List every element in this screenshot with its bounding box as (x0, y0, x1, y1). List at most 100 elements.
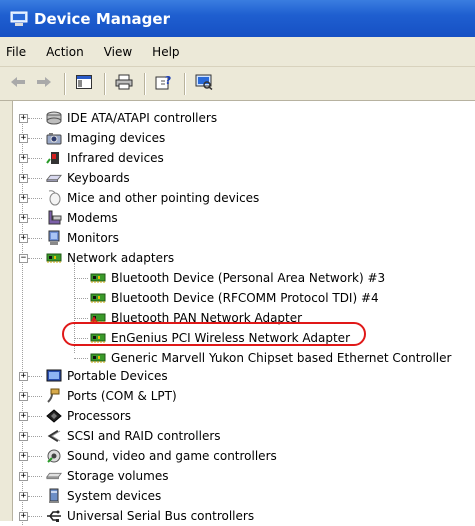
tree-node-mice[interactable]: + Mice and other pointing devices (12, 188, 259, 208)
portable-device-icon (46, 368, 62, 384)
tree-node-label: System devices (67, 489, 162, 503)
toolbar-separator (64, 72, 66, 95)
scan-hardware-button[interactable] (192, 72, 216, 96)
tree-node-portable-devices[interactable]: + Portable Devices (12, 366, 168, 386)
window-title: Device Manager (34, 9, 170, 28)
network-adapter-bluetooth-pan-3[interactable]: Bluetooth Device (Personal Area Network)… (64, 268, 385, 288)
tree-connector-line (28, 138, 42, 139)
tree-node-label: Monitors (67, 231, 119, 245)
tree-node-infrared-devices[interactable]: + Infrared devices (12, 148, 164, 168)
expand-toggle[interactable]: + (19, 194, 28, 203)
port-icon (46, 388, 62, 404)
tree-node-processors[interactable]: + Processors (12, 406, 131, 426)
system-icon (46, 488, 62, 504)
expand-toggle[interactable]: + (19, 512, 28, 521)
storage-icon (46, 468, 62, 484)
expand-toggle[interactable]: + (19, 372, 28, 381)
tree-node-label: Bluetooth Device (RFCOMM Protocol TDI) #… (111, 291, 379, 305)
sound-icon (46, 448, 62, 464)
scsi-icon (46, 428, 62, 444)
tree-node-label: Keyboards (67, 171, 130, 185)
highlight-ring (62, 322, 366, 346)
back-arrow-icon (10, 76, 26, 91)
tree-connector-line (28, 238, 42, 239)
expand-toggle[interactable]: + (19, 234, 28, 243)
properties-button[interactable]: ? (152, 72, 176, 96)
usb-icon (46, 508, 62, 524)
menu-action[interactable]: Action (46, 45, 84, 59)
tree-node-label: Storage volumes (67, 469, 169, 483)
infrared-icon (46, 150, 62, 166)
modem-icon (46, 210, 62, 226)
tree-connector-line (28, 516, 42, 517)
tree-node-ide-controllers[interactable]: + IDE ATA/ATAPI controllers (12, 108, 217, 128)
tree-connector-line (28, 178, 42, 179)
menu-bar: File Action View Help (0, 37, 475, 67)
tree-connector-line (74, 358, 88, 359)
tree-node-label: Modems (67, 211, 118, 225)
tree-node-network-adapters[interactable]: − Network adapters (12, 248, 174, 268)
expand-toggle[interactable]: + (19, 154, 28, 163)
tree-connector-line (28, 198, 42, 199)
expand-toggle[interactable]: + (19, 492, 28, 501)
tree-connector-line (28, 376, 42, 377)
tree-node-system-devices[interactable]: + System devices (12, 486, 161, 506)
expand-toggle[interactable]: + (19, 412, 28, 421)
tree-node-ports[interactable]: + Ports (COM & LPT) (12, 386, 177, 406)
tree-node-scsi-raid[interactable]: + SCSI and RAID controllers (12, 426, 221, 446)
tree-node-usb-controllers[interactable]: + Universal Serial Bus controllers (12, 506, 254, 526)
toolbar-separator (144, 72, 146, 95)
tree-node-modems[interactable]: + Modems (12, 208, 118, 228)
expand-toggle[interactable]: + (19, 214, 28, 223)
forward-button[interactable] (32, 72, 56, 96)
tree-connector-line (74, 318, 88, 319)
tree-connector-line (28, 496, 42, 497)
tree-node-label: Generic Marvell Yukon Chipset based Ethe… (111, 351, 452, 365)
mouse-icon (46, 190, 62, 206)
expand-toggle[interactable]: + (19, 452, 28, 461)
tree-node-label: Sound, video and game controllers (67, 449, 277, 463)
tree-connector-line (28, 158, 42, 159)
title-bar: Device Manager (0, 0, 475, 37)
tree-connector-line (28, 118, 42, 119)
expand-toggle[interactable]: + (19, 432, 28, 441)
tree-node-label: SCSI and RAID controllers (67, 429, 221, 443)
tree-node-monitors[interactable]: + Monitors (12, 228, 119, 248)
network-adapter-bluetooth-rfcomm-4[interactable]: Bluetooth Device (RFCOMM Protocol TDI) #… (64, 288, 379, 308)
scan-hardware-icon (195, 74, 213, 93)
monitor-icon (46, 230, 62, 246)
tree-connector-line (74, 278, 88, 279)
tree-node-label: Portable Devices (67, 369, 168, 383)
show-hide-console-tree-icon (76, 75, 92, 92)
expand-toggle[interactable]: + (19, 392, 28, 401)
tree-node-sound-video[interactable]: + Sound, video and game controllers (12, 446, 277, 466)
tree-node-imaging-devices[interactable]: + Imaging devices (12, 128, 165, 148)
back-button[interactable] (6, 72, 30, 96)
print-button[interactable] (112, 72, 136, 96)
tree-node-label: Mice and other pointing devices (67, 191, 260, 205)
expand-toggle[interactable]: + (19, 134, 28, 143)
tree-connector-line (28, 396, 42, 397)
collapse-toggle[interactable]: − (19, 254, 28, 263)
tree-connector-line (28, 416, 42, 417)
tree-connector-line (74, 298, 88, 299)
device-tree: + IDE ATA/ATAPI controllers + Imaging de… (12, 101, 475, 525)
menu-file[interactable]: File (6, 45, 26, 59)
menu-help[interactable]: Help (152, 45, 179, 59)
tree-connector-line (28, 476, 42, 477)
forward-arrow-icon (36, 76, 52, 91)
expand-toggle[interactable]: + (19, 174, 28, 183)
tree-connector-line (28, 456, 42, 457)
show-hide-console-tree-button[interactable] (72, 72, 96, 96)
keyboard-icon (46, 170, 62, 186)
network-adapter-generic-marvell-yukon[interactable]: Generic Marvell Yukon Chipset based Ethe… (64, 348, 451, 368)
expand-toggle[interactable]: + (19, 472, 28, 481)
expand-toggle[interactable]: + (19, 114, 28, 123)
tree-node-keyboards[interactable]: + Keyboards (12, 168, 130, 188)
tree-connector-line (28, 258, 42, 259)
camera-icon (46, 130, 62, 146)
tree-node-label: Network adapters (67, 251, 175, 265)
tree-node-storage-volumes[interactable]: + Storage volumes (12, 466, 168, 486)
tree-node-label: Ports (COM & LPT) (67, 389, 177, 403)
menu-view[interactable]: View (104, 45, 132, 59)
